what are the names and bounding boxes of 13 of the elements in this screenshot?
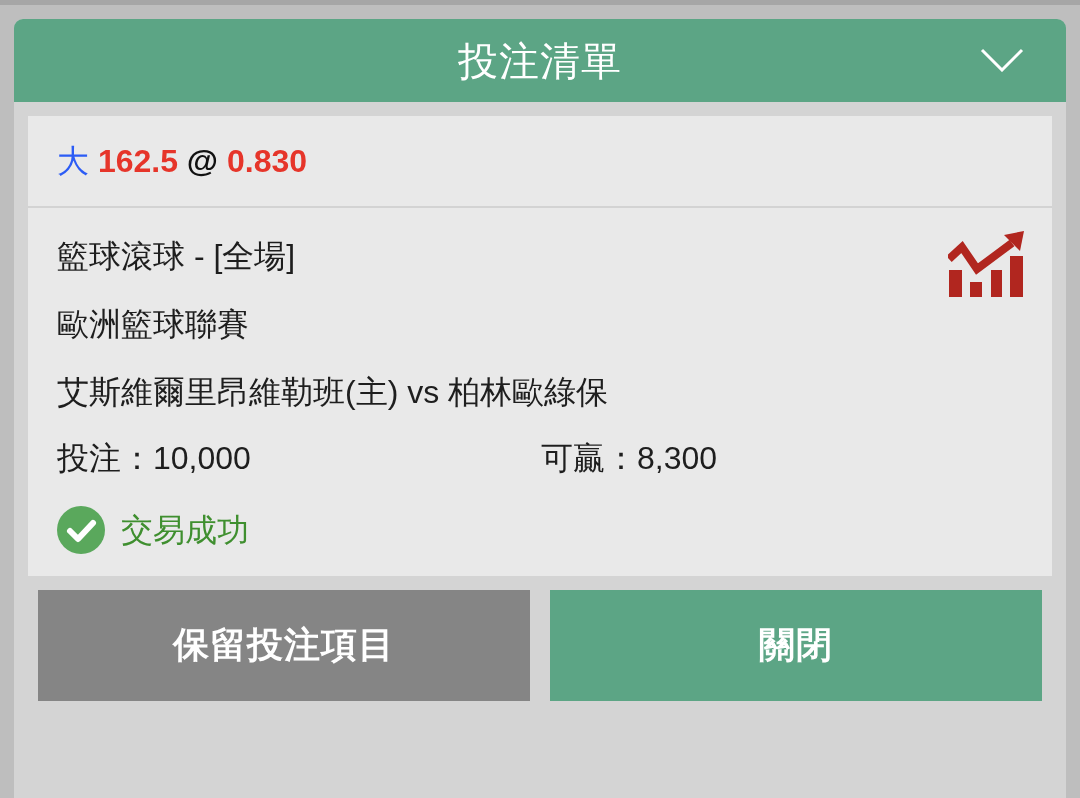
match-label: 艾斯維爾里昂維勒班(主) vs 柏林歐綠保 [57,373,610,412]
chevron-down-icon[interactable] [980,47,1024,72]
keep-selections-button[interactable]: 保留投注項目 [38,590,530,701]
status-message: 交易成功 [121,511,249,550]
stake-amount: 投注：10,000 [57,439,252,478]
payout-amount: 可贏：8,300 [541,439,719,478]
selection-odds-text: 大 162.5 @ 0.830 [57,142,308,181]
close-button[interactable]: 關閉 [550,590,1042,701]
bar-chart-trend-icon[interactable] [948,231,1024,297]
market-label: 籃球滾球 - [全場] [57,237,296,276]
panel-title: 投注清單 [458,37,622,85]
league-label: 歐洲籃球聯賽 [57,305,250,344]
check-circle-icon [57,506,105,554]
